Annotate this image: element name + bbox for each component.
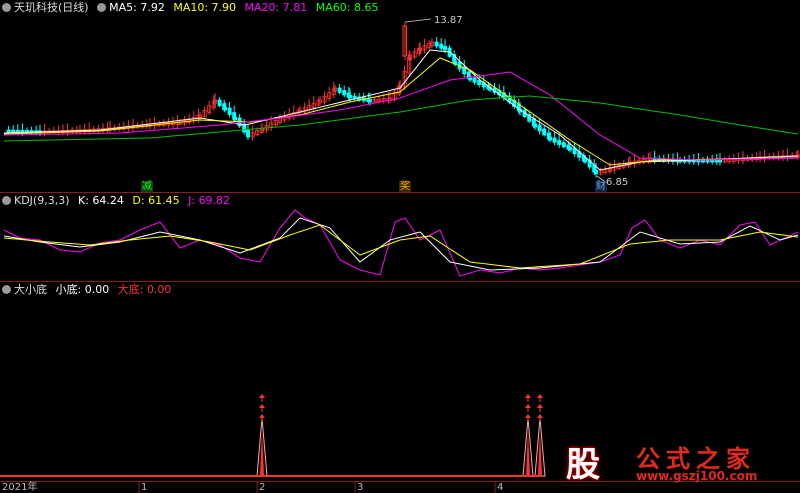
candle-body — [533, 123, 538, 128]
candle-body — [552, 137, 557, 143]
candle-body — [6, 129, 11, 133]
candle-body — [439, 43, 444, 49]
candle-body — [442, 45, 447, 51]
candle-body — [568, 146, 573, 151]
watermark-url: www.gszj100.com — [636, 469, 758, 483]
candle-body — [367, 99, 372, 103]
high-price-label: 13.87 — [434, 15, 463, 26]
high-pointer-line — [404, 18, 432, 23]
candle-body — [710, 159, 715, 163]
candle-body — [227, 107, 232, 115]
x-axis-month: 2 — [259, 482, 266, 493]
candle-body — [537, 124, 542, 132]
x-axis-year: 2021年 — [2, 482, 38, 493]
watermark-gu: 股 — [566, 445, 600, 485]
x-axis-month: 3 — [357, 482, 364, 493]
ma60-line — [3, 95, 799, 142]
chart-canvas — [0, 18, 800, 493]
candle-body — [561, 142, 566, 148]
candle-body — [222, 106, 227, 111]
candle-body — [342, 90, 347, 96]
candle-body — [583, 158, 588, 163]
candle-body — [337, 87, 342, 93]
ma5-line — [3, 49, 799, 171]
candle-body — [718, 159, 723, 163]
candle-body — [434, 41, 439, 47]
candle-body — [347, 94, 352, 99]
kdj-j-line — [3, 209, 799, 277]
event-tag-jian[interactable]: 减 — [141, 181, 153, 192]
kdj-d-line — [3, 224, 799, 269]
candle-body — [548, 136, 553, 141]
candle-body — [217, 99, 222, 107]
low-price-label: 6.85 — [606, 177, 629, 188]
x-axis-month: 1 — [141, 482, 148, 493]
candle-body — [594, 169, 599, 175]
watermark-logo: 股 公式之家 www.gszj100.com — [552, 437, 798, 485]
candle-body — [11, 129, 16, 133]
candle-body — [477, 79, 482, 86]
candle-body — [232, 116, 237, 121]
candle-body — [557, 139, 562, 146]
candle-body — [714, 159, 719, 163]
candle-body — [542, 128, 547, 136]
kdj-k-line — [3, 217, 799, 271]
candle-body — [245, 129, 250, 138]
x-axis-month: 4 — [497, 482, 504, 493]
candle-body — [472, 77, 477, 83]
event-tag-jiang[interactable]: 奖 — [399, 181, 411, 192]
